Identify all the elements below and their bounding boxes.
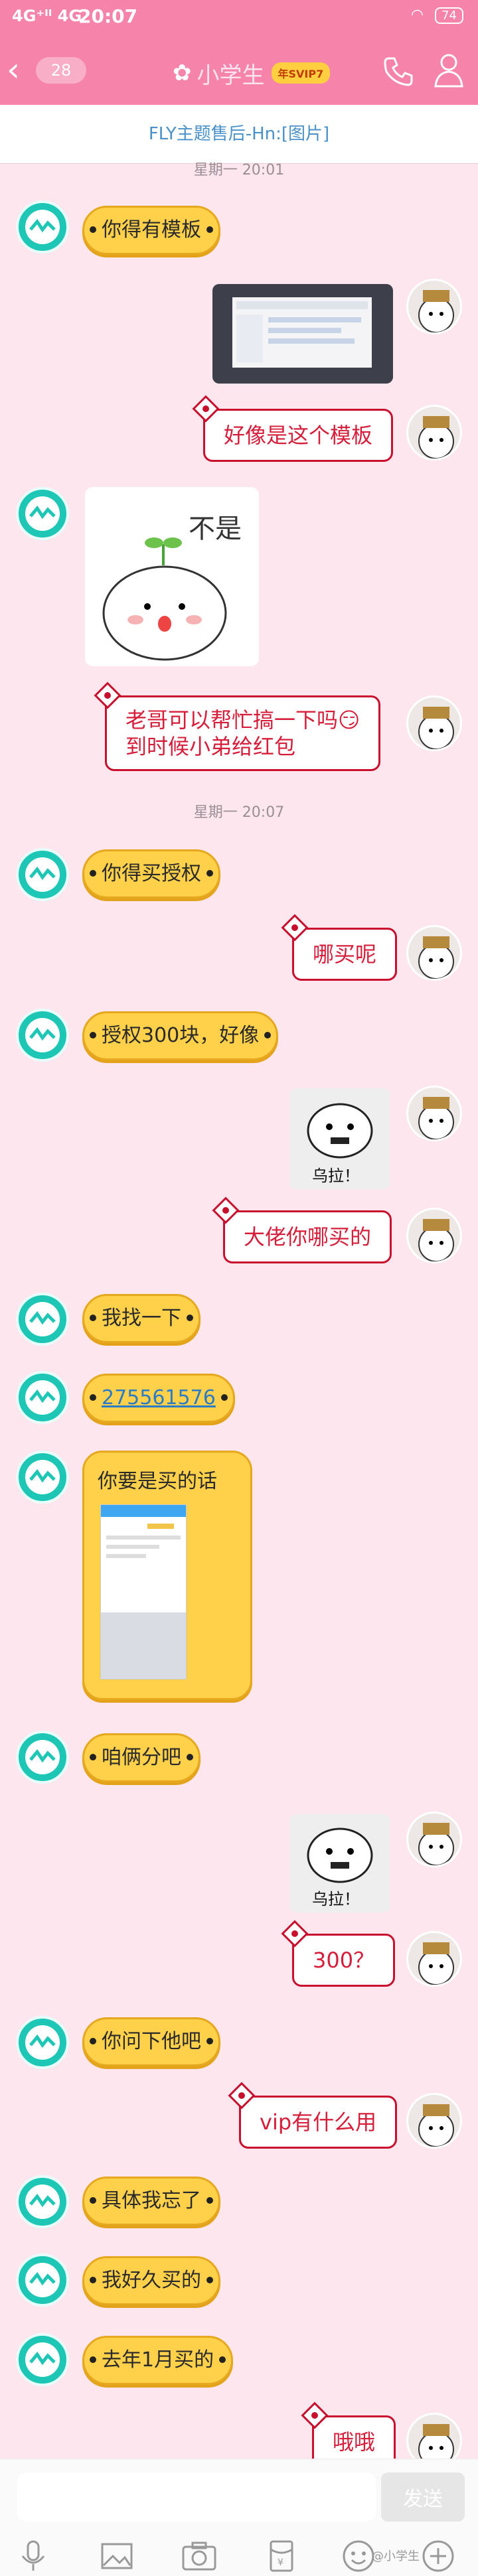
my-avatar[interactable]	[406, 695, 462, 751]
message-text: 你要是买的话	[98, 1470, 217, 1493]
message-bubble[interactable]: 你得有模板	[82, 206, 220, 255]
voice-icon[interactable]	[13, 2536, 53, 2576]
svip-badge: 年SVIP7	[271, 62, 331, 84]
message-input[interactable]	[17, 2472, 376, 2522]
message-text: 哪买呢	[313, 942, 377, 967]
chinese-knot-icon	[281, 914, 309, 942]
message-bubble[interactable]: 你问下他吧	[82, 2017, 220, 2066]
group-notice-bar[interactable]: FLY主题售后-Hn:[图片]	[0, 105, 478, 164]
sticker-caption: 不是	[189, 514, 242, 544]
sticker-message[interactable]: 乌拉！	[289, 1814, 390, 1912]
image-message[interactable]	[212, 284, 393, 384]
message-text: 300？	[313, 1948, 375, 1973]
my-avatar[interactable]	[406, 2093, 462, 2149]
screenshot-thumbnail	[232, 297, 372, 368]
contact-avatar[interactable]	[16, 1731, 69, 1784]
my-avatar[interactable]	[406, 1208, 462, 1263]
timestamp-divider: 星期一 20:07	[193, 804, 285, 821]
contact-name: 小学生	[197, 62, 265, 89]
message-bubble[interactable]: 咱俩分吧	[82, 1733, 200, 1782]
timestamp-divider: 星期一 20:01	[193, 162, 285, 179]
plus-icon[interactable]	[418, 2536, 458, 2576]
signal-indicator: 4G⁺ᴵᴵ 4G	[12, 7, 82, 25]
message-bubble[interactable]: 275561576	[82, 1374, 235, 1423]
contact-avatar[interactable]	[16, 848, 69, 901]
message-bubble[interactable]: 去年1月买的	[82, 2336, 234, 2385]
contact-avatar[interactable]	[16, 1009, 69, 1062]
sticker-message[interactable]: 乌拉！	[289, 1088, 390, 1189]
message-text: vip有什么用	[260, 2110, 377, 2135]
message-bubble[interactable]: 大佬你哪买的	[212, 1196, 392, 1263]
chinese-knot-icon	[228, 2082, 256, 2110]
phone-call-icon[interactable]	[381, 54, 416, 89]
flower-icon: ✿	[173, 60, 192, 86]
message-bubble[interactable]: 老哥可以帮忙搞一下吗😏 到时候小弟给红包	[94, 681, 381, 771]
battery-indicator: 74	[435, 7, 463, 24]
contact-avatar[interactable]	[16, 200, 69, 253]
svg-text:¥: ¥	[278, 2557, 283, 2568]
message-text: 到时候小弟给红包	[125, 734, 296, 759]
chinese-knot-icon	[94, 681, 121, 709]
message-bubble[interactable]: 好像是这个模板	[192, 395, 394, 462]
message-bubble[interactable]: 你得买授权	[82, 849, 220, 898]
message-bubble[interactable]: vip有什么用	[228, 2082, 398, 2149]
my-avatar[interactable]	[406, 925, 462, 981]
contact-avatar-icon	[25, 210, 60, 244]
sticker-message[interactable]: 不是	[85, 487, 259, 666]
contact-avatar[interactable]	[16, 2254, 69, 2307]
message-bubble[interactable]: 我找一下	[82, 1294, 200, 1343]
phone-screenshot-thumbnail[interactable]	[100, 1504, 187, 1680]
red-packet-icon[interactable]: ¥	[262, 2536, 301, 2576]
my-avatar[interactable]	[406, 1812, 462, 1867]
chat-header: ‹ 28 ✿ 小学生 年SVIP7	[0, 38, 478, 105]
message-bubble[interactable]: 我好久买的	[82, 2256, 220, 2305]
message-text: 好像是这个模板	[224, 423, 373, 448]
my-avatar[interactable]	[406, 279, 462, 334]
message-text: 哦哦	[333, 2429, 376, 2455]
my-avatar[interactable]	[406, 1931, 462, 1987]
chinese-knot-icon	[192, 395, 220, 423]
contact-avatar[interactable]	[16, 1293, 69, 1346]
contact-avatar[interactable]	[16, 1451, 69, 1504]
my-avatar[interactable]	[406, 1086, 462, 1141]
message-bubble[interactable]: 哪买呢	[281, 914, 398, 981]
message-bubble[interactable]: 你要是买的话	[82, 1451, 252, 1700]
contact-avatar[interactable]	[16, 2016, 69, 2069]
camera-icon[interactable]	[179, 2536, 219, 2576]
back-button[interactable]: ‹	[7, 53, 29, 86]
contact-avatar[interactable]	[16, 2175, 69, 2228]
watermark: @小学生	[372, 2549, 420, 2563]
contact-avatar[interactable]	[16, 1371, 69, 1424]
unread-count-badge[interactable]: 28	[36, 57, 86, 84]
profile-icon[interactable]	[433, 52, 465, 89]
message-bubble[interactable]: 300？	[281, 1920, 396, 1987]
send-button[interactable]: 发送	[381, 2472, 465, 2522]
message-text: 大佬你哪买的	[244, 1224, 372, 1250]
contact-avatar[interactable]	[16, 487, 69, 540]
message-bubble[interactable]: 授权300块，好像	[82, 1011, 279, 1060]
chinese-knot-icon	[301, 2401, 329, 2429]
image-icon[interactable]	[97, 2536, 137, 2576]
sticker-caption: 乌拉！	[312, 1167, 360, 1185]
my-avatar[interactable]	[406, 405, 462, 461]
chinese-knot-icon	[212, 1196, 240, 1224]
contact-avatar[interactable]	[16, 2333, 69, 2386]
message-bubble[interactable]: 具体我忘了	[82, 2177, 220, 2226]
chinese-knot-icon	[281, 1920, 309, 1948]
status-right: ◠ 74	[411, 7, 463, 24]
sticker-caption: 乌拉！	[312, 1890, 360, 1908]
wifi-icon: ◠	[410, 7, 424, 23]
message-text: 老哥可以帮忙搞一下吗😏	[125, 707, 360, 733]
status-bar: 4G⁺ᴵᴵ 4G 20:07 ◠ 74	[0, 0, 478, 38]
chat-title[interactable]: ✿ 小学生 年SVIP7	[173, 58, 331, 89]
status-time: 20:07	[78, 5, 138, 27]
